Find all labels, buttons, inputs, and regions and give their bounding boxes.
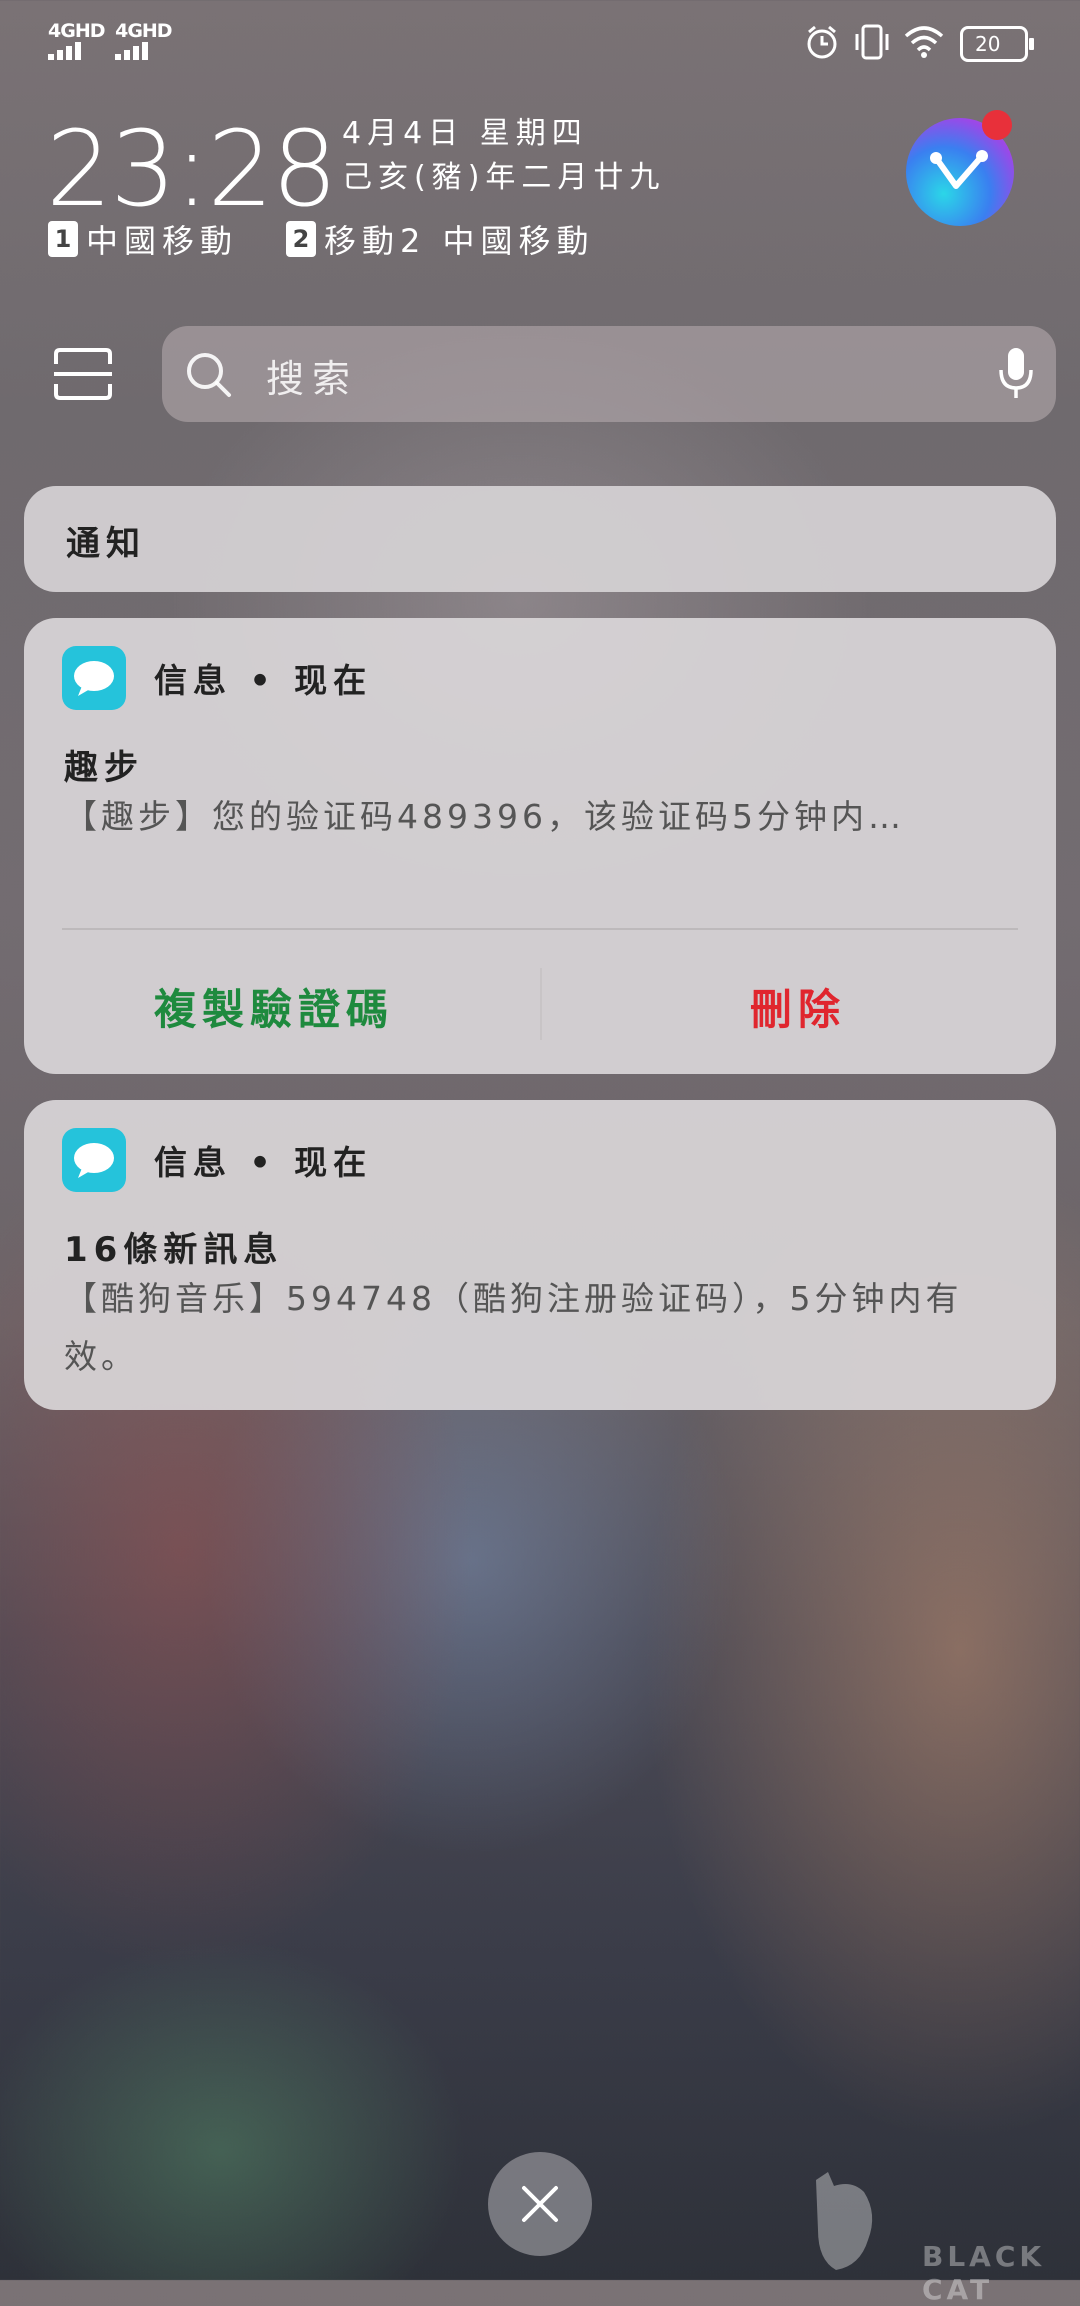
- notification-badge: [982, 110, 1012, 140]
- notifications-header: 通知: [24, 486, 1056, 592]
- search-input[interactable]: 搜索: [162, 326, 1056, 422]
- assistant-avatar[interactable]: [906, 110, 1014, 226]
- action-divider: [540, 968, 542, 1040]
- notification-card[interactable]: 信息 • 现在 趣步 【趣步】您的验证码489396，该验证码5分钟内… 複製驗…: [24, 618, 1056, 1074]
- copy-code-button[interactable]: 複製驗證碼: [154, 976, 394, 1037]
- date-text: 4月4日 星期四: [342, 116, 588, 151]
- watermark-logo: BLACK CAT: [812, 2170, 1080, 2306]
- delete-button[interactable]: 刪除: [750, 976, 846, 1037]
- battery-level: 20: [975, 32, 1001, 56]
- close-icon: [522, 2186, 558, 2222]
- sim2-badge: 2: [286, 221, 317, 257]
- alarm-icon: [807, 25, 837, 59]
- sim2-signal-icon: 4GHD: [115, 20, 173, 60]
- notification-body: 【酷狗音乐】594748（酷狗注册验证码），5分钟内有效。: [64, 1279, 963, 1376]
- search-icon: [187, 353, 231, 397]
- carrier-info: 1 中國移動 2 移動2 中國移動: [48, 216, 595, 262]
- vibrate-icon: [855, 24, 889, 60]
- notifications-title: 通知: [66, 524, 146, 564]
- messages-app-icon: [62, 1128, 126, 1192]
- battery-icon: 20: [960, 26, 1034, 62]
- notification-title: 16條新訊息: [64, 1230, 284, 1270]
- clear-notifications-button[interactable]: [488, 2152, 592, 2256]
- assistant-logo-icon: [930, 150, 988, 189]
- notification-app-name: 信息 • 现在: [154, 661, 373, 700]
- watermark-text: BLACK CAT: [922, 2240, 1046, 2306]
- card-divider: [62, 928, 1018, 930]
- messages-app-icon: [62, 646, 126, 710]
- sim1-signal-icon: 4GHD: [48, 20, 106, 60]
- sim2-carrier: 移動2 中國移動: [324, 222, 595, 260]
- notification-title: 趣步: [64, 748, 144, 788]
- sim1-carrier: 中國移動: [86, 222, 239, 260]
- notification-body: 【趣步】您的验证码489396，该验证码5分钟内…: [64, 797, 905, 836]
- clock-time: 23:28: [46, 108, 338, 230]
- wifi-icon: [904, 26, 944, 58]
- scan-icon[interactable]: [52, 346, 114, 402]
- search-placeholder: 搜索: [266, 357, 359, 401]
- lunar-date-text: 己亥(豬)年二月廿九: [342, 160, 666, 195]
- status-bar: 4GHD 4GHD 20: [48, 20, 1038, 64]
- notification-app-name: 信息 • 现在: [154, 1143, 373, 1182]
- microphone-icon[interactable]: [998, 346, 1034, 402]
- notification-card[interactable]: 信息 • 现在 16條新訊息 【酷狗音乐】594748（酷狗注册验证码），5分钟…: [24, 1100, 1056, 1410]
- sim1-badge: 1: [48, 221, 78, 257]
